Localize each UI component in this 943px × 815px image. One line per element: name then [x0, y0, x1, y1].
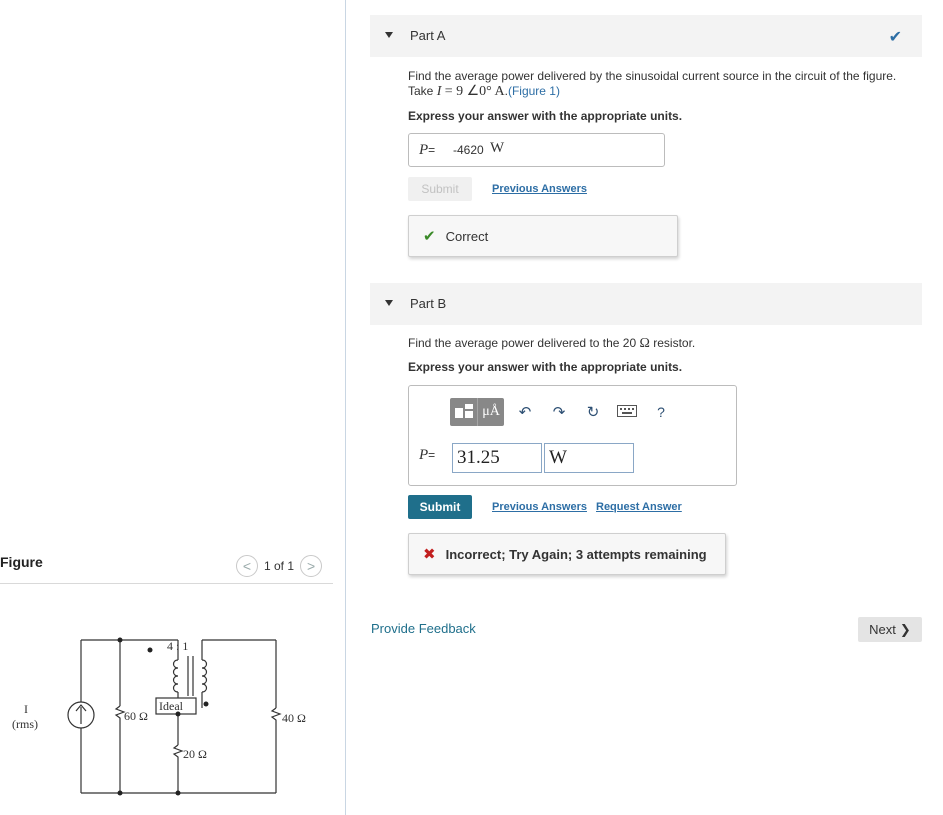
keyboard-button[interactable] [614, 398, 640, 426]
next-button[interactable]: Next ❯ [858, 617, 922, 642]
answer-value-input[interactable]: 31.25 [452, 443, 542, 473]
part-b-label: Part B [410, 296, 447, 311]
next-label: Next [869, 622, 896, 637]
checkmark-icon: ✔ [888, 29, 902, 46]
part-a-previous-answers-link[interactable]: Previous Answers [492, 183, 587, 195]
reset-icon: ↻ [586, 404, 600, 421]
part-a-label: Part A [410, 28, 446, 43]
next-figure-button[interactable]: > [300, 555, 323, 577]
prev-figure-button[interactable]: < [236, 555, 258, 577]
part-a-submit-button: Submit [408, 177, 472, 201]
part-b-feedback: ✖ Incorrect; Try Again; 3 attempts remai… [408, 533, 726, 575]
undo-icon: ↶ [518, 404, 532, 421]
part-b-previous-answers-link[interactable]: Previous Answers [492, 501, 587, 513]
undo-button[interactable]: ↶ [512, 398, 538, 426]
keyboard-icon [617, 404, 637, 421]
figure-rule [0, 583, 333, 584]
chevron-left-icon: < [242, 558, 252, 574]
part-a-answer-value: -4620 [453, 143, 484, 157]
r60-label: 60 Ω [124, 709, 148, 723]
panel-divider [345, 0, 346, 815]
ideal-label: Ideal [159, 699, 184, 713]
part-a-answer-unit: W [490, 140, 505, 156]
redo-button[interactable]: ↷ [546, 398, 572, 426]
part-a-question: Find the average power delivered by the … [408, 69, 897, 99]
circuit-diagram: I (rms) 60 Ω 4 : 1 Ideal 20 Ω 40 Ω [12, 637, 306, 796]
part-b-header[interactable]: Part B [370, 283, 922, 325]
help-button[interactable]: ? [648, 398, 674, 426]
units-button[interactable]: μÅ [477, 398, 504, 426]
r20-label: 20 Ω [183, 747, 207, 761]
part-b-question: Find the average power delivered to the … [408, 336, 696, 351]
reset-button[interactable]: ↻ [580, 398, 606, 426]
correct-check-icon: ✔ [423, 228, 436, 245]
incorrect-x-icon: ✖ [423, 546, 436, 563]
part-a-instruction: Express your answer with the appropriate… [408, 109, 683, 123]
part-a-feedback: ✔ Correct [408, 215, 678, 257]
r40-label: 40 Ω [282, 711, 306, 725]
answer-editor: μÅ ↶ ↷ ↻ ? P= 31.25 W [408, 385, 737, 486]
figure-link[interactable]: (Figure 1) [508, 84, 560, 98]
units-label: μÅ [482, 404, 500, 419]
figure-pager: < 1 of 1 > [236, 555, 323, 577]
collapse-triangle-icon [385, 300, 393, 306]
part-a-answer-box: P= -4620 W [408, 133, 665, 167]
part-b-instruction: Express your answer with the appropriate… [408, 360, 683, 374]
help-icon: ? [657, 404, 665, 420]
collapse-triangle-icon [385, 32, 393, 38]
provide-feedback-link[interactable]: Provide Feedback [371, 621, 476, 636]
chevron-right-icon: ❯ [899, 621, 911, 637]
part-a-header[interactable]: Part A ✔ [370, 15, 922, 57]
request-answer-link[interactable]: Request Answer [596, 501, 682, 513]
editor-toolbar: μÅ ↶ ↷ ↻ ? [450, 398, 674, 426]
rms-label: (rms) [12, 717, 38, 731]
pager-text: 1 of 1 [264, 559, 295, 573]
chevron-right-icon: > [306, 558, 316, 574]
part-b-submit-button[interactable]: Submit [408, 495, 472, 519]
figure-title: Figure [0, 554, 43, 570]
source-label: I [24, 702, 28, 716]
ratio-label: 4 : 1 [167, 639, 188, 653]
templates-button[interactable] [450, 398, 477, 426]
template-icon [454, 403, 474, 422]
redo-icon: ↷ [552, 404, 566, 421]
answer-unit-input[interactable]: W [544, 443, 634, 473]
